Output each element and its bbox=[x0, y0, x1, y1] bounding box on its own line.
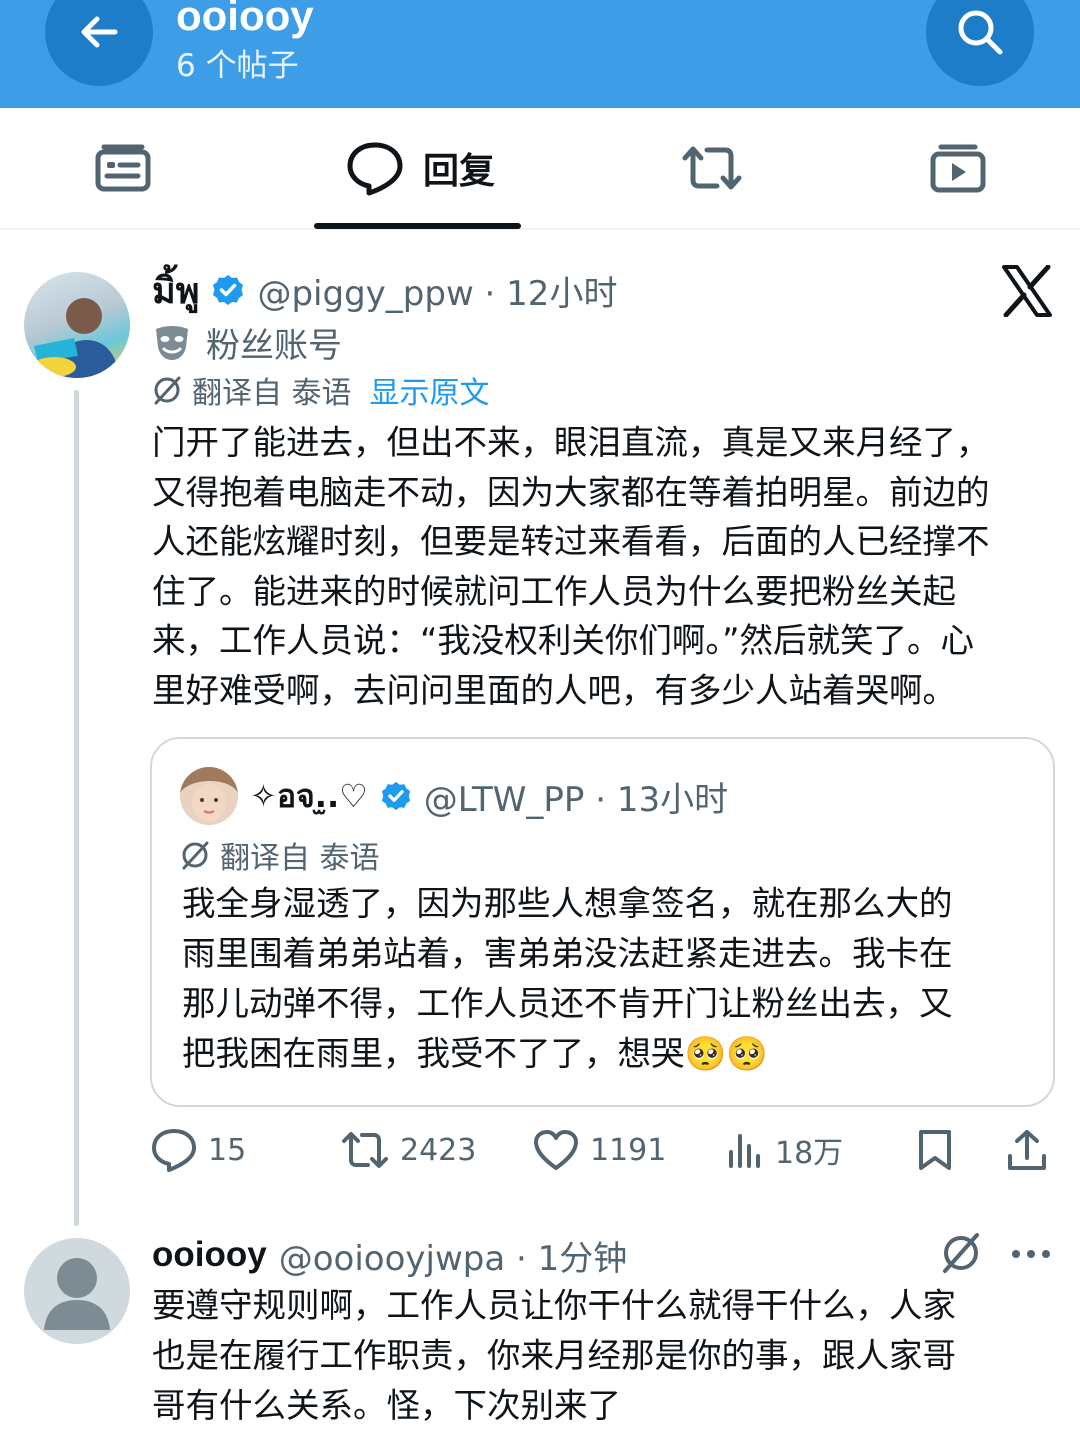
thread-connector bbox=[74, 390, 79, 1226]
x-logo-icon bbox=[1000, 264, 1054, 321]
tab-replies[interactable]: 回复 bbox=[335, 108, 505, 228]
translated-from-text: 翻译自 泰语 bbox=[192, 376, 352, 411]
views-button[interactable]: 18万 bbox=[725, 1120, 843, 1180]
bookmark-button[interactable] bbox=[915, 1120, 955, 1180]
translate-icon bbox=[154, 376, 181, 405]
reply-count: 15 bbox=[208, 1132, 247, 1168]
arrow-left-icon bbox=[81, 16, 118, 48]
more-options-button[interactable] bbox=[1010, 1236, 1052, 1276]
quoted-avatar-photo bbox=[180, 767, 238, 822]
posts-icon bbox=[95, 144, 150, 192]
profile-tabs: 回复 bbox=[0, 108, 1080, 230]
reply-author-name[interactable]: ooiooy bbox=[152, 1235, 267, 1275]
more-horizontal-icon bbox=[1012, 1250, 1050, 1258]
like-button[interactable]: 1191 bbox=[532, 1120, 666, 1180]
repost-button[interactable]: 2423 bbox=[340, 1120, 476, 1180]
avatar-photo bbox=[32, 298, 120, 378]
post-action-bar: 15 2423 1191 18万 bbox=[150, 1120, 1055, 1180]
repost-count: 2423 bbox=[400, 1132, 477, 1168]
verified-badge-icon bbox=[380, 780, 412, 812]
show-original-link[interactable]: 显示原文 bbox=[370, 368, 490, 412]
quoted-avatar bbox=[180, 767, 238, 825]
quoted-author-handle[interactable]: @LTW_PP · 13小时 bbox=[424, 772, 728, 821]
tab-posts[interactable] bbox=[70, 108, 175, 228]
post-body: 门开了能进去，但出不来，眼泪直流，真是又来月经了， 又得抱着电脑走不动，因为大家… bbox=[152, 423, 990, 710]
verified-badge-icon bbox=[211, 273, 245, 307]
quoted-translation-notice: 翻译自 泰语 bbox=[180, 833, 380, 877]
fan-account-label: 粉丝账号 bbox=[152, 318, 342, 367]
quoted-translated-from-text: 翻译自 泰语 bbox=[220, 841, 380, 876]
translate-icon bbox=[943, 1233, 979, 1273]
tab-replies-label: 回复 bbox=[422, 151, 495, 192]
bookmark-icon bbox=[919, 1130, 951, 1170]
reply-body: 要遵守规则啊，工作人员让你干什么就得干什么，人家 也是在履行工作职责，你来月经那… bbox=[152, 1286, 956, 1425]
post-header: มิ้พู @piggy_ppw · 12小时 bbox=[152, 264, 617, 316]
search-button[interactable] bbox=[926, 0, 1034, 86]
reply-bubble-icon bbox=[347, 142, 403, 196]
heart-icon bbox=[534, 1130, 578, 1170]
theater-mask-icon bbox=[156, 325, 188, 360]
post-count: 6 个帖子 bbox=[176, 48, 299, 84]
view-count: 18万 bbox=[775, 1136, 844, 1171]
fan-account-text: 粉丝账号 bbox=[206, 326, 342, 366]
search-icon bbox=[958, 10, 1003, 55]
reply-button[interactable]: 15 bbox=[150, 1120, 246, 1180]
like-count: 1191 bbox=[590, 1132, 667, 1168]
back-button[interactable] bbox=[45, 0, 153, 86]
quoted-post-card[interactable]: ✧อจ.̫.♡ @LTW_PP · 13小时 翻译自 泰语 我全身湿透了，因为那… bbox=[150, 737, 1055, 1107]
top-app-bar: ooiooy 6 个帖子 bbox=[0, 0, 1080, 108]
tab-media[interactable] bbox=[918, 108, 998, 228]
reply-icon bbox=[152, 1129, 196, 1172]
share-button[interactable] bbox=[1005, 1120, 1049, 1180]
video-icon bbox=[930, 144, 986, 193]
repost-icon bbox=[682, 146, 742, 190]
active-tab-indicator bbox=[314, 223, 521, 229]
translation-notice: 翻译自 泰语 显示原文 bbox=[152, 368, 490, 412]
default-avatar-icon bbox=[44, 1258, 110, 1330]
repost-icon bbox=[342, 1132, 388, 1168]
tab-reposts[interactable] bbox=[672, 108, 752, 228]
translate-icon bbox=[182, 841, 209, 870]
views-chart-icon bbox=[729, 1134, 760, 1168]
share-icon bbox=[1008, 1130, 1046, 1170]
quoted-post-body: 我全身湿透了，因为那些人想拿签名，就在那么大的 雨里围着弟弟站着，害弟弟没法赶紧… bbox=[182, 884, 953, 1073]
reply-avatar[interactable] bbox=[24, 1238, 130, 1344]
author-name[interactable]: มิ้พู bbox=[152, 262, 199, 319]
profile-title: ooiooy bbox=[176, 0, 314, 39]
avatar[interactable] bbox=[24, 272, 130, 378]
reply-author-handle[interactable]: @ooiooyjwpa · 1分钟 bbox=[279, 1231, 628, 1280]
quoted-author-name[interactable]: ✧อจ.̫.♡ bbox=[250, 771, 368, 822]
quoted-post-header: ✧อจ.̫.♡ @LTW_PP · 13小时 bbox=[250, 769, 728, 823]
reply-header: ooiooy @ooiooyjwpa · 1分钟 bbox=[152, 1228, 627, 1282]
author-handle[interactable]: @piggy_ppw · 12小时 bbox=[257, 266, 617, 315]
reply-translate-button[interactable] bbox=[940, 1230, 982, 1278]
